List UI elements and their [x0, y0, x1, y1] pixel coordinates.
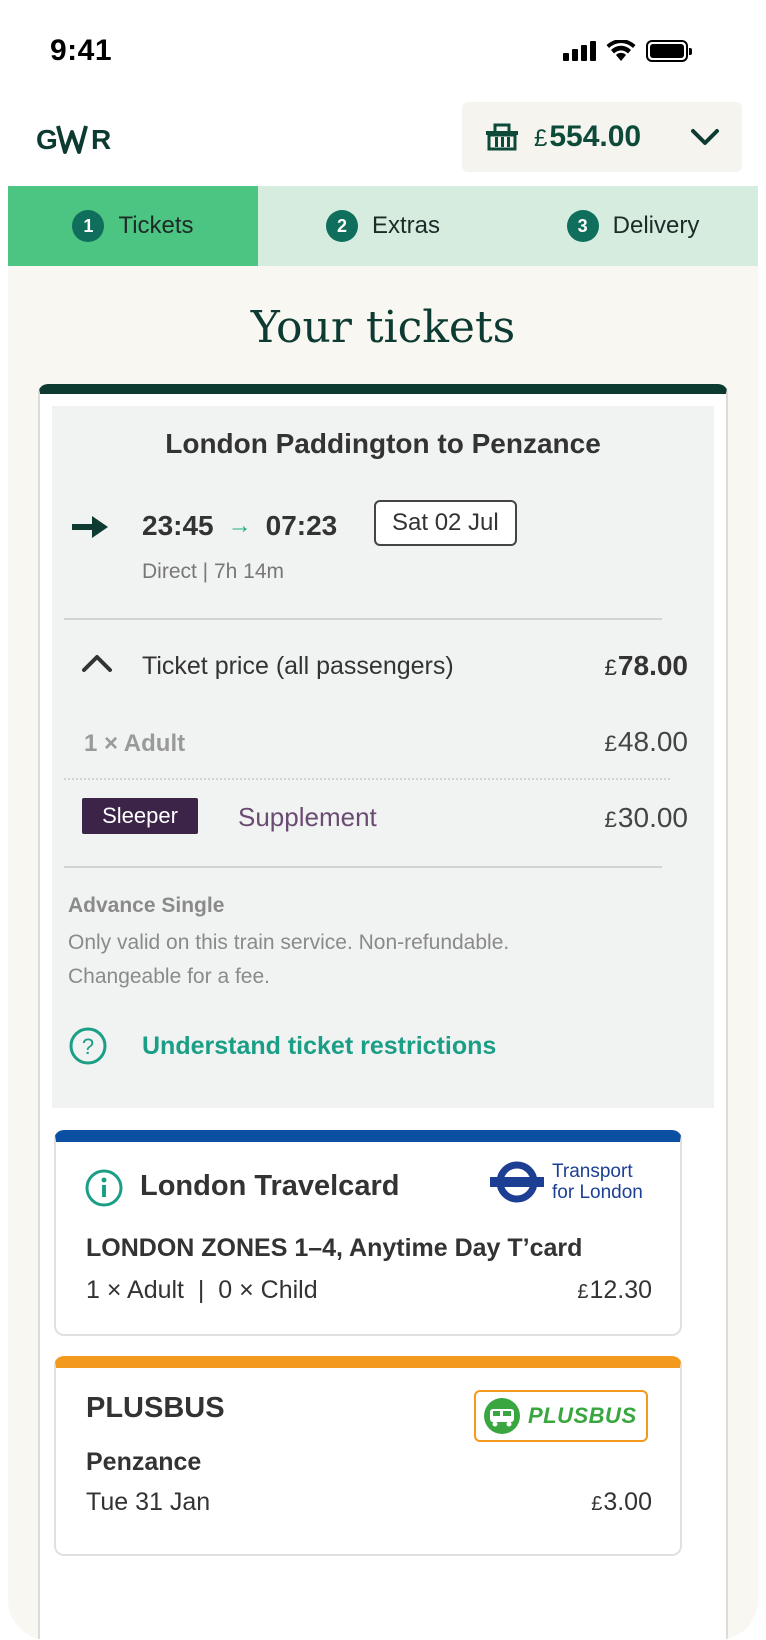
wifi-icon [606, 40, 636, 61]
step-delivery[interactable]: 3 Delivery [508, 186, 758, 266]
step-label: Extras [371, 212, 440, 239]
help-icon: ? [69, 1027, 107, 1065]
gwr-logo[interactable]: G R [36, 118, 120, 158]
svg-text:?: ? [82, 1034, 94, 1059]
plusbus-date: Tue 31 Jan [86, 1488, 211, 1516]
plusbus-card: PLUSBUS PLUSBUS Penzance Tue 31 Jan £3.0… [54, 1356, 682, 1556]
step-label: Tickets [118, 212, 194, 239]
sleeper-badge: Sleeper [82, 798, 198, 834]
plusbus-logo-text: PLUSBUS [528, 1403, 637, 1428]
page-title: Your tickets [250, 302, 516, 353]
progress-steps: 1 Tickets 2 Extras 3 Delivery [8, 186, 758, 266]
basket-amount-value: 554.00 [549, 120, 642, 153]
ticket-restrictions-link[interactable]: ? Understand ticket restrictions [68, 1026, 496, 1066]
info-icon[interactable] [84, 1168, 124, 1208]
arrival-time: 07:23 [265, 510, 338, 541]
battery-icon [646, 40, 692, 62]
currency-symbol: £ [534, 125, 548, 152]
travelcard-card: London Travelcard Transport for London L… [54, 1130, 682, 1336]
plusbus-title: PLUSBUS [86, 1392, 225, 1424]
svg-text:G: G [36, 124, 58, 155]
app-header: G R £554.00 [0, 100, 766, 186]
tfl-text-line2: for London [552, 1182, 643, 1203]
tfl-text-line1: Transport [552, 1161, 633, 1182]
route-title: London Paddington to Penzance [165, 428, 601, 459]
ticket-price-total: £78.00 [604, 650, 688, 682]
plusbus-logo: PLUSBUS [474, 1390, 648, 1442]
currency-symbol: £ [604, 731, 617, 756]
main-content: Your tickets London Paddington to Penzan… [8, 266, 758, 1640]
step-number: 2 [325, 210, 358, 242]
price-value: 3.00 [603, 1488, 652, 1516]
journey-times: 23:45 → 07:23 [142, 510, 337, 542]
travelcard-title: London Travelcard [140, 1170, 400, 1202]
dotted-divider [64, 778, 670, 780]
travelcard-product: LONDON ZONES 1–4, Anytime Day T’card [86, 1234, 583, 1262]
currency-symbol: £ [604, 655, 617, 680]
step-tickets[interactable]: 1 Tickets [8, 186, 258, 266]
ticket-price-label: Ticket price (all passengers) [142, 652, 454, 680]
basket-total: £554.00 [534, 120, 641, 154]
journey-details: London Paddington to Penzance 23:45 → 07… [52, 406, 714, 1108]
step-extras[interactable]: 2 Extras [258, 186, 508, 266]
price-value: 12.30 [589, 1276, 652, 1304]
journey-card: London Paddington to Penzance 23:45 → 07… [38, 384, 728, 1640]
step-number: 1 [72, 210, 105, 242]
supplement-price: £30.00 [604, 802, 688, 834]
status-bar: 9:41 [0, 0, 766, 100]
plusbus-place: Penzance [86, 1448, 202, 1476]
basket-button[interactable]: £554.00 [462, 102, 742, 172]
tfl-roundel-icon [490, 1161, 544, 1203]
svg-text:R: R [91, 124, 111, 155]
chevron-up-icon[interactable] [80, 652, 114, 674]
currency-symbol: £ [604, 807, 617, 832]
step-label: Delivery [612, 212, 700, 239]
currency-symbol: £ [577, 1281, 589, 1303]
divider [64, 866, 662, 868]
supplement-label: Supplement [238, 802, 377, 832]
arrow-icon: → [227, 512, 252, 539]
journey-meta: Direct | 7h 14m [142, 560, 285, 583]
divider [64, 618, 662, 620]
price-value: 30.00 [617, 802, 688, 833]
step-number: 3 [566, 210, 599, 242]
journey-date: Sat 02 Jul [374, 500, 517, 546]
currency-symbol: £ [591, 1493, 603, 1515]
restrictions-link-label[interactable]: Understand ticket restrictions [142, 1032, 496, 1061]
status-time: 9:41 [50, 34, 113, 67]
plusbus-price: £3.00 [591, 1488, 652, 1517]
price-value: 48.00 [617, 726, 688, 757]
adult-fare-label: 1 × Adult [84, 730, 186, 757]
travelcard-passengers: 1 × Adult | 0 × Child [86, 1276, 318, 1304]
chevron-down-icon[interactable] [690, 127, 720, 147]
fare-description: Only valid on this train service. Non-re… [68, 931, 510, 988]
departure-time: 23:45 [142, 510, 214, 541]
status-icons [563, 40, 692, 62]
cellular-signal-icon [563, 41, 596, 61]
adult-fare-price: £48.00 [604, 726, 688, 758]
bus-icon [484, 1398, 520, 1434]
basket-icon [486, 123, 518, 151]
fare-type: Advance Single [68, 894, 225, 917]
price-value: 78.00 [617, 650, 688, 681]
tfl-logo: Transport for London [490, 1160, 643, 1204]
travelcard-price: £12.30 [577, 1276, 652, 1305]
ticket-price-toggle[interactable]: Ticket price (all passengers) £78.00 [52, 646, 714, 686]
arrow-right-icon [72, 516, 108, 538]
